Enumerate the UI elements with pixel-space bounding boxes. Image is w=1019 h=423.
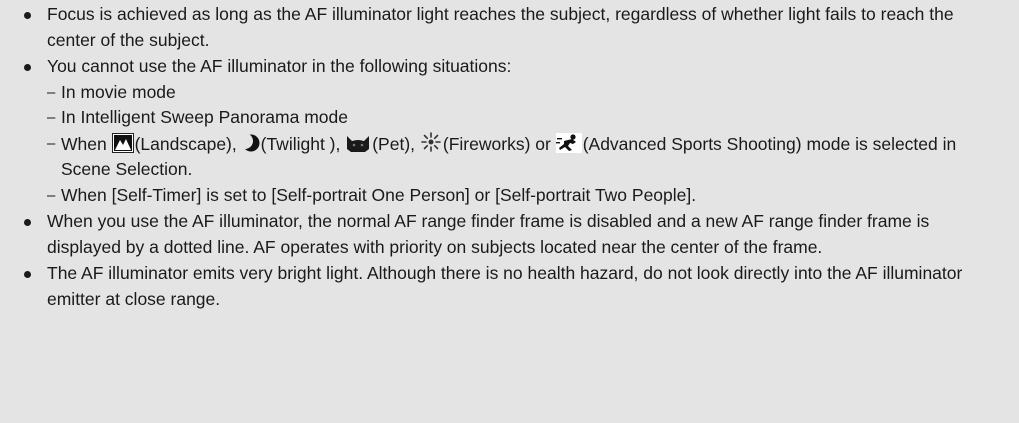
bullet (24, 12, 31, 19)
dash: – (47, 134, 56, 152)
page: Focus is achieved as long as the AF illu… (0, 0, 1019, 423)
dash: – (47, 186, 56, 204)
twilight-icon (241, 132, 260, 153)
sub-item: – In Intelligent Sweep Panorama mode (47, 105, 999, 131)
note-text: When you use the AF illuminator, the nor… (47, 211, 930, 257)
sub-item: – In movie mode (47, 80, 999, 106)
note-item: You cannot use the AF illuminator in the… (22, 54, 999, 208)
note-text: You cannot use the AF illuminator in the… (47, 56, 512, 76)
situations-list: – In movie mode – In Intelligent Sweep P… (47, 80, 999, 209)
dash: – (47, 109, 56, 126)
fireworks-icon (420, 131, 442, 153)
dash: – (47, 83, 56, 101)
note-text: The AF illuminator emits very bright lig… (47, 263, 963, 309)
pet-icon (345, 133, 371, 153)
sub-item-text: In movie mode (61, 81, 176, 102)
landscape-icon (111, 132, 134, 153)
bullet (24, 271, 31, 278)
sub-item-scene-modes: – When (Landscape), (Twilight), (Pet), … (47, 131, 999, 183)
note-text: Focus is achieved as long as the AF illu… (47, 4, 954, 50)
note-item: When you use the AF illuminator, the nor… (22, 209, 999, 260)
note-item: Focus is achieved as long as the AF illu… (22, 2, 999, 53)
twilight-label: (Twilight ), (260, 133, 341, 154)
notes-list: Focus is achieved as long as the AF illu… (22, 2, 999, 312)
sub-item-text: When (61, 133, 107, 154)
bullet (24, 64, 31, 71)
advanced-sports-icon (555, 132, 582, 153)
sub-item-text: In Intelligent Sweep Panorama mode (61, 107, 348, 127)
pet-label: (Pet), (372, 133, 416, 154)
sub-item: – When [Self-Timer] is set to [Self-port… (47, 183, 999, 209)
fireworks-label: (Fireworks) or (442, 133, 551, 154)
note-item: The AF illuminator emits very bright lig… (22, 261, 999, 312)
landscape-label: (Landscape), (134, 133, 237, 154)
sub-item-text: When [Self-Timer] is set to [Self-portra… (61, 184, 697, 205)
bullet (24, 219, 31, 226)
